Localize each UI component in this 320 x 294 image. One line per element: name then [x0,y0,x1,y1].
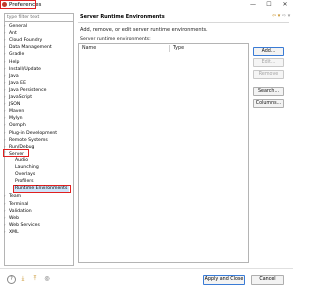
tree-item-install-update[interactable]: › Install/Update [4,65,41,72]
cancel-button[interactable]: Cancel [251,275,284,285]
maximize-button[interactable]: ☐ [261,0,277,9]
apply-and-close-button[interactable]: Apply and Close [203,275,245,285]
tree-child-audio[interactable]: Audio [15,157,28,164]
tree-item-oomph[interactable]: › Oomph [4,121,26,128]
tree-item-java-ee[interactable]: › Java EE [4,79,26,86]
help-icon[interactable]: ? [7,275,16,284]
tree-item-general[interactable]: › General [4,22,27,29]
close-button[interactable]: ✕ [277,0,293,9]
tree-child-launching[interactable]: Launching [15,164,39,171]
column-header-name[interactable]: Name [82,45,96,52]
tree-item-plug-in-development[interactable]: › Plug-in Development [4,129,57,136]
tree-item-terminal[interactable]: › Terminal [4,200,28,207]
tree-item-mylyn[interactable]: › Mylyn [4,114,23,121]
export-icon[interactable]: ⤒ [31,275,39,283]
forward-arrow-icon[interactable]: ⇨ [282,13,286,19]
import-icon[interactable]: ⤓ [19,275,27,283]
footer-divider [0,268,293,269]
tree-item-label: XML [9,229,19,235]
tree-item-gradle[interactable]: › Gradle [4,50,24,57]
column-separator[interactable] [169,45,170,52]
title-bar: Preferences — ☐ ✕ [0,0,293,10]
columns-button[interactable]: Columns... [253,99,284,108]
page-description: Add, remove, or edit server runtime envi… [80,27,208,33]
tree-item-javascript[interactable]: › JavaScript [4,93,32,100]
tree-item-cloud-foundry[interactable]: › Cloud Foundry [4,36,42,43]
list-label: Server runtime environments: [80,37,151,42]
search-button[interactable]: Search... [253,87,284,96]
edit-button[interactable]: Edit... [253,58,284,67]
tree-item-team[interactable]: › Team [4,192,21,199]
forward-menu-icon[interactable]: ▾ [288,13,291,19]
settings-icon[interactable]: ◎ [43,275,51,283]
column-header-type[interactable]: Type [173,45,184,52]
tree-item-web[interactable]: › Web [4,214,19,221]
back-menu-icon[interactable]: ▾ [278,13,281,19]
tree-item-json[interactable]: › JSON [4,100,20,107]
header-divider [78,22,289,23]
tree-item-java-persistence[interactable]: › Java Persistence [4,86,46,93]
page-title: Server Runtime Environments [80,14,165,20]
tree-item-data-management[interactable]: › Data Management [4,43,52,50]
tree-item-help[interactable]: › Help [4,58,19,65]
runtime-environments-table[interactable]: Name Type [78,43,249,263]
remove-button[interactable]: Remove [253,70,284,79]
tree-item-validation[interactable]: › Validation [4,207,32,214]
filter-input[interactable]: type filter text [5,14,73,22]
tree-item-ant[interactable]: › Ant [4,29,17,36]
tree-item-web-services[interactable]: › Web Services [4,221,40,228]
back-arrow-icon[interactable]: ⇦ [272,13,276,19]
tree-child-runtime-environments[interactable]: Runtime Environments [15,185,67,192]
add-button[interactable]: Add... [253,47,284,56]
tree-item-remote-systems[interactable]: › Remote Systems [4,136,48,143]
tree-item-xml[interactable]: › XML [4,228,19,235]
title-highlight-box [0,0,36,9]
minimize-button[interactable]: — [245,0,261,9]
tree-child-overlays[interactable]: Overlays [15,171,35,178]
tree-item-java[interactable]: › Java [4,72,19,79]
page-navigation: ⇦ ▾ ⇨ ▾ [272,13,290,19]
tree-item-maven[interactable]: › Maven [4,107,24,114]
